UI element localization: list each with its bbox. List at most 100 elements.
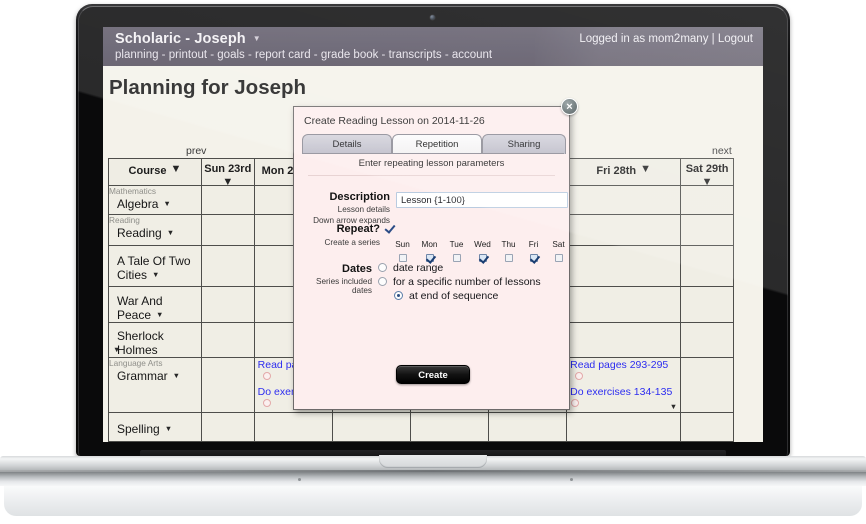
day-cell[interactable] bbox=[200, 357, 255, 413]
chevron-down-icon[interactable]: ▼ bbox=[670, 402, 677, 411]
day-header-sat[interactable]: Sat 29th▼ bbox=[680, 158, 734, 188]
day-cell[interactable] bbox=[409, 441, 490, 442]
lesson-status-icon[interactable] bbox=[262, 399, 271, 407]
day-cell[interactable] bbox=[200, 245, 255, 287]
checkbox-wed[interactable] bbox=[478, 254, 487, 262]
day-cell[interactable] bbox=[566, 441, 682, 442]
next-week-link[interactable]: next bbox=[712, 145, 732, 157]
day-cell[interactable] bbox=[566, 412, 682, 442]
radio-icon[interactable] bbox=[378, 277, 387, 286]
course-label[interactable]: Spelling ▼ bbox=[109, 413, 201, 436]
day-cell[interactable] bbox=[200, 441, 255, 442]
chevron-down-icon[interactable]: ▼ bbox=[173, 371, 180, 380]
session-label[interactable]: Logged in as mom2many | Logout bbox=[579, 33, 753, 45]
main-nav[interactable]: planning - printout - goals - report car… bbox=[115, 49, 492, 61]
close-icon[interactable]: × bbox=[561, 98, 578, 115]
lesson-link[interactable]: Do exercises 134-135 bbox=[567, 385, 680, 399]
checkbox-tue[interactable] bbox=[452, 254, 461, 262]
day-cell[interactable] bbox=[200, 412, 255, 442]
course-cell-reading[interactable]: Reading Reading ▼ bbox=[108, 214, 202, 246]
day-cell[interactable] bbox=[680, 357, 734, 413]
checkbox-sat[interactable] bbox=[554, 254, 563, 262]
course-cell-tale-of-two-cities[interactable]: A Tale Of Two Cities ▼ bbox=[108, 245, 202, 287]
day-cell[interactable] bbox=[331, 412, 411, 442]
chevron-down-icon[interactable]: ▼ bbox=[253, 34, 261, 43]
day-header-fri[interactable]: Fri 28th ▼ bbox=[566, 158, 682, 186]
course-cell-grammar[interactable]: Language Arts Grammar ▼ bbox=[108, 357, 202, 413]
day-cell[interactable] bbox=[253, 441, 333, 442]
chevron-down-icon[interactable]: ▼ bbox=[222, 175, 233, 188]
course-label[interactable]: Reading ▼ bbox=[109, 226, 201, 240]
chevron-down-icon[interactable]: ▼ bbox=[167, 228, 174, 237]
radio-date-range[interactable]: date range bbox=[378, 262, 443, 274]
radio-icon[interactable] bbox=[378, 263, 387, 272]
tab-details[interactable]: Details bbox=[302, 134, 392, 154]
day-cell[interactable] bbox=[680, 322, 734, 358]
day-cell-grammar-fri[interactable]: Read pages 293-295 Do exercises 134-135 … bbox=[566, 357, 682, 413]
day-cell[interactable] bbox=[680, 412, 734, 442]
chevron-down-icon[interactable]: ▼ bbox=[640, 159, 651, 175]
chevron-down-icon[interactable]: ▼ bbox=[165, 424, 172, 433]
day-cell[interactable] bbox=[680, 286, 734, 323]
session-info[interactable]: Logged in as mom2many | Logout bbox=[579, 33, 753, 45]
day-header-sun[interactable]: Sun 23rd▼ bbox=[200, 158, 255, 188]
day-cell[interactable] bbox=[566, 185, 682, 215]
day-cell[interactable] bbox=[331, 441, 411, 442]
prev-week-link[interactable]: prev bbox=[186, 145, 206, 157]
course-cell-war-and-peace[interactable]: War And Peace ▼ bbox=[108, 286, 202, 323]
course-label[interactable]: A Tale Of Two Cities ▼ bbox=[109, 246, 201, 282]
radio-icon[interactable] bbox=[394, 291, 403, 300]
checkbox-fri[interactable] bbox=[529, 254, 538, 262]
day-cell[interactable] bbox=[566, 322, 682, 358]
checkbox-sun[interactable] bbox=[398, 254, 407, 262]
day-cell[interactable] bbox=[566, 245, 682, 287]
app-brand[interactable]: Scholaric - Joseph ▼ bbox=[115, 31, 261, 47]
chevron-down-icon[interactable]: ▼ bbox=[156, 310, 163, 319]
day-cell[interactable] bbox=[680, 214, 734, 246]
checkbox-mon[interactable] bbox=[425, 254, 434, 262]
main-nav-label[interactable]: planning - printout - goals - report car… bbox=[115, 49, 492, 61]
course-cell-sherlock-holmes[interactable]: Sherlock Holmes ▼ bbox=[108, 322, 202, 358]
course-column-header[interactable]: Course ▼ bbox=[108, 158, 202, 186]
description-input[interactable] bbox=[396, 192, 568, 208]
day-cell[interactable] bbox=[200, 185, 255, 215]
day-cell[interactable] bbox=[680, 441, 734, 442]
tab-sharing[interactable]: Sharing bbox=[482, 134, 566, 154]
day-cell[interactable] bbox=[566, 286, 682, 323]
day-toggle-wed[interactable]: Wed bbox=[470, 240, 495, 267]
day-cell[interactable] bbox=[200, 286, 255, 323]
radio-end-of-sequence[interactable]: at end of sequence bbox=[394, 290, 498, 302]
day-cell[interactable] bbox=[488, 441, 568, 442]
day-cell[interactable] bbox=[253, 412, 333, 442]
lesson-status-icon[interactable] bbox=[262, 372, 271, 380]
course-cell-spelling[interactable]: Spelling ▼ bbox=[108, 412, 202, 442]
chevron-down-icon[interactable]: ▼ bbox=[702, 175, 713, 188]
chevron-down-icon[interactable]: ▼ bbox=[152, 270, 159, 279]
day-cell[interactable] bbox=[680, 185, 734, 215]
course-label[interactable]: War And Peace ▼ bbox=[109, 287, 201, 322]
checkbox-thu[interactable] bbox=[504, 254, 513, 262]
day-toggle-thu[interactable]: Thu bbox=[496, 240, 521, 267]
course-label[interactable]: Grammar ▼ bbox=[109, 369, 201, 383]
day-cell[interactable] bbox=[488, 412, 568, 442]
create-button[interactable]: Create bbox=[396, 365, 470, 384]
course-label[interactable]: Algebra ▼ bbox=[109, 197, 201, 211]
course-label[interactable]: Sherlock Holmes bbox=[109, 323, 201, 357]
day-cell[interactable] bbox=[200, 322, 255, 358]
radio-specific-number[interactable]: for a specific number of lessons bbox=[378, 276, 541, 288]
lesson-status-icon[interactable] bbox=[575, 372, 584, 380]
chevron-down-icon[interactable]: ▼ bbox=[163, 199, 170, 208]
day-cell[interactable] bbox=[200, 214, 255, 246]
day-toggle-sat[interactable]: Sat bbox=[546, 240, 571, 267]
day-cell[interactable] bbox=[680, 245, 734, 287]
course-cell-algebra[interactable]: Mathematics Algebra ▼ bbox=[108, 185, 202, 215]
day-cell[interactable] bbox=[566, 214, 682, 246]
day-toggle-tue[interactable]: Tue bbox=[444, 240, 469, 267]
course-cell-historical-fiction[interactable]: Social Studies Historical Fiction ▼ bbox=[108, 441, 202, 442]
lesson-status-icon[interactable] bbox=[571, 399, 580, 407]
chevron-down-icon[interactable]: ▼ bbox=[113, 345, 120, 354]
chevron-down-icon[interactable]: ▼ bbox=[170, 159, 181, 175]
day-cell[interactable] bbox=[409, 412, 490, 442]
day-toggle-fri[interactable]: Fri bbox=[521, 240, 546, 267]
repeat-checkbox[interactable] bbox=[386, 224, 395, 233]
